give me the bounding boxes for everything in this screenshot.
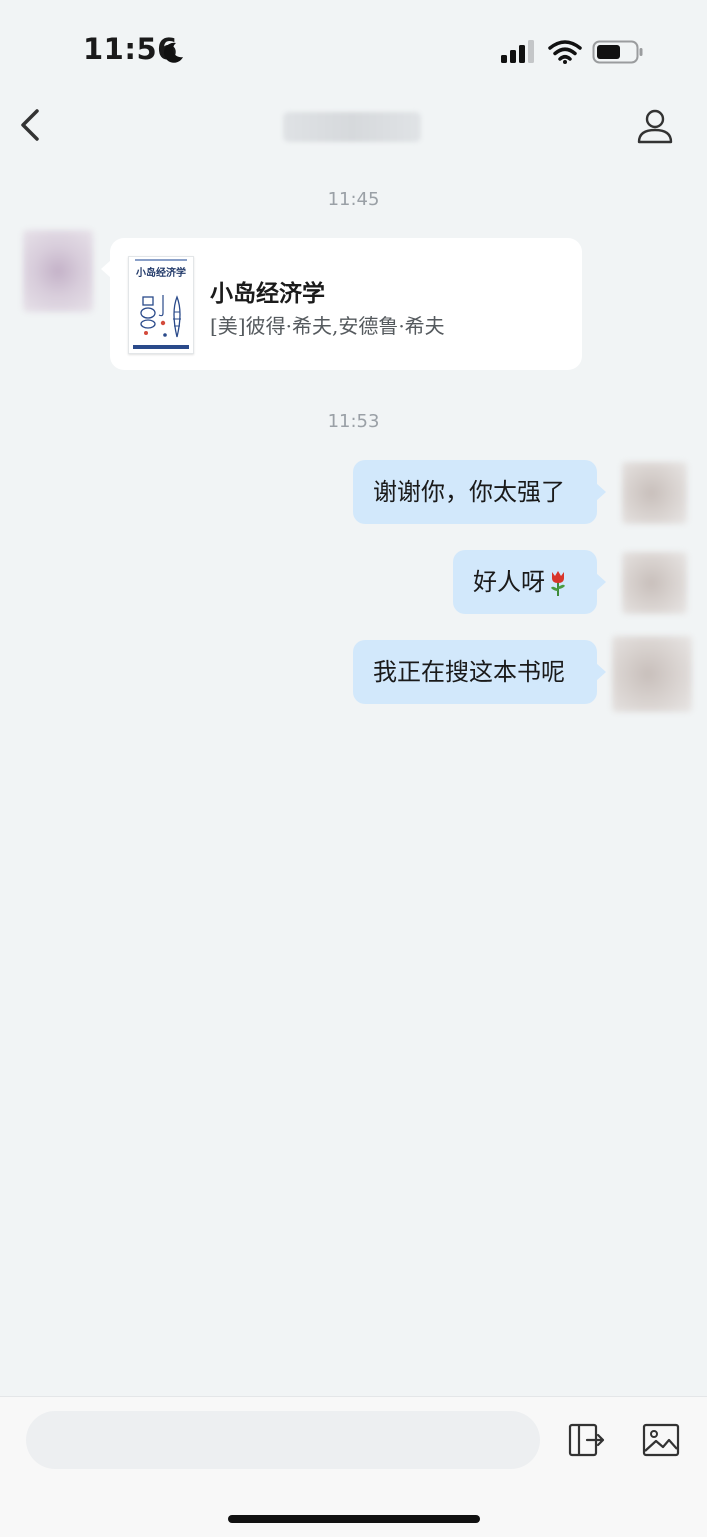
wifi-icon	[548, 40, 582, 64]
nav-bar	[0, 95, 707, 155]
book-author: [美]彼得·希夫,安德鲁·希夫	[210, 314, 445, 338]
message-text: 谢谢你，你太强了	[373, 478, 565, 506]
book-title: 小岛经济学	[210, 280, 325, 307]
conversation-title	[283, 112, 421, 142]
image-icon[interactable]	[642, 1423, 680, 1457]
battery-icon	[592, 40, 643, 64]
my-avatar[interactable]	[622, 462, 687, 524]
share-book-icon[interactable]	[567, 1421, 605, 1459]
profile-icon[interactable]	[636, 107, 674, 145]
message-input[interactable]	[26, 1411, 540, 1469]
status-bar: 11:56	[0, 0, 707, 100]
input-bar	[0, 1396, 707, 1537]
book-cover: 小岛经济学	[128, 256, 194, 354]
message-bubble[interactable]: 好人呀	[453, 550, 606, 614]
book-card[interactable]: 小岛经济学 小岛经济学 [美]彼得·希夫,安德鲁·希夫	[101, 238, 582, 370]
moon-icon	[163, 42, 183, 63]
my-avatar[interactable]	[612, 636, 692, 712]
message-bubble[interactable]: 谢谢你，你太强了	[353, 460, 606, 524]
contact-avatar[interactable]	[23, 230, 93, 312]
home-indicator[interactable]	[228, 1515, 480, 1523]
message-bubble[interactable]: 我正在搜这本书呢	[353, 640, 606, 704]
tulip-icon	[551, 571, 565, 596]
signal-icon	[501, 40, 534, 63]
back-icon[interactable]	[16, 107, 46, 143]
message-text: 我正在搜这本书呢	[373, 658, 565, 686]
message-text: 好人呀	[473, 568, 545, 596]
timestamp: 11:53	[327, 411, 380, 432]
timestamp: 11:45	[327, 189, 380, 210]
my-avatar[interactable]	[622, 552, 687, 614]
